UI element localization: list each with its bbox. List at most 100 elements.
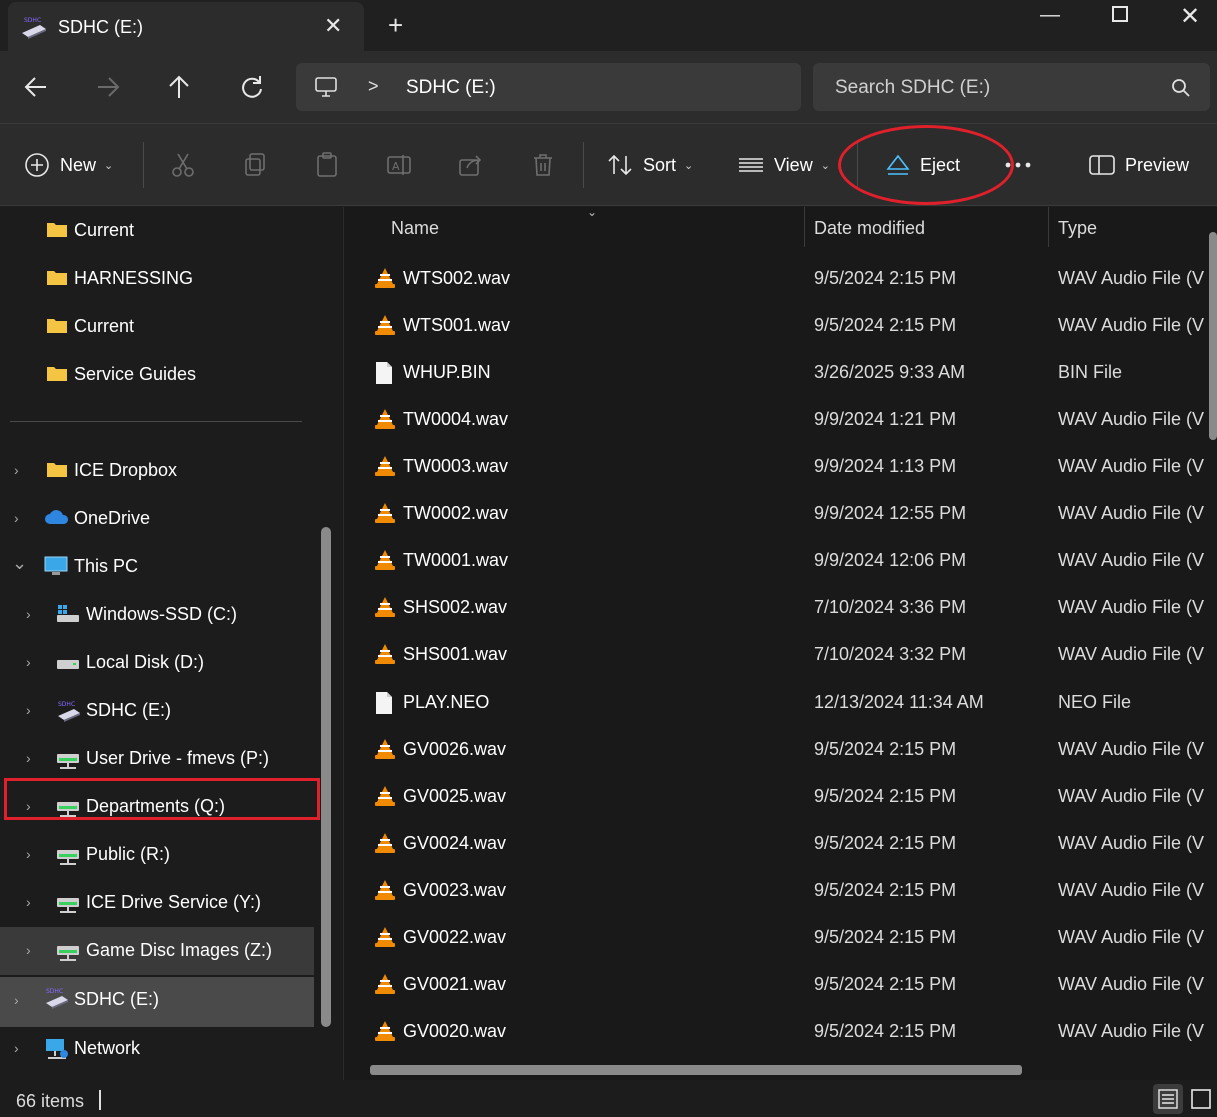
chevron-down-icon[interactable]: ⌄ (12, 553, 27, 574)
sidebar-item-ice-dropbox[interactable]: › ICE Dropbox (0, 447, 314, 495)
sort-label: Sort (643, 154, 677, 175)
file-name: WTS002.wav (403, 268, 511, 288)
chevron-right-icon[interactable]: › (26, 846, 31, 862)
vlc-cone-icon (374, 314, 396, 341)
file-list-vertical-scrollbar[interactable] (1209, 232, 1217, 440)
chevron-right-icon[interactable]: › (26, 942, 31, 958)
file-row[interactable]: TW0002.wav 9/9/2024 12:55 PM WAV Audio Fil… (344, 490, 1217, 537)
file-row[interactable]: SHS002.wav 7/10/2024 3:36 PM WAV Audio Fil… (344, 584, 1217, 631)
file-date-modified: 9/5/2024 2:15 PM (814, 926, 957, 947)
details-view-button[interactable] (1153, 1084, 1183, 1114)
horizontal-scrollbar-thumb[interactable] (370, 1065, 1022, 1075)
chevron-right-icon[interactable]: › (26, 654, 31, 670)
sidebar-item-user-drive[interactable]: › User Drive - fmevs (P:) (0, 735, 314, 783)
share-button[interactable] (458, 124, 484, 206)
sidebar-item-departments[interactable]: › Departments (Q:) (0, 783, 314, 831)
sidebar-item-label: ICE Drive Service (Y:) (86, 892, 262, 912)
column-divider[interactable] (1048, 207, 1049, 247)
maximize-button[interactable] (1112, 6, 1128, 22)
close-window-button[interactable]: ✕ (1180, 2, 1200, 31)
command-bar: New ⌄ A Sort ⌄ View ⌄ Eject Preview (0, 123, 1217, 206)
chevron-right-icon[interactable]: › (26, 702, 31, 718)
rename-button[interactable]: A (386, 124, 412, 206)
sidebar-item-label: Departments (Q:) (86, 796, 226, 816)
tab-sdhc[interactable]: SDHC SDHC (E:) ✕ (8, 2, 364, 51)
sidebar-item-service-guides[interactable]: Service Guides (0, 351, 314, 399)
sidebar-item-network[interactable]: › Network (0, 1025, 314, 1073)
sidebar-item-onedrive[interactable]: › OneDrive (0, 495, 314, 543)
chevron-right-icon[interactable]: › (14, 462, 19, 478)
navigation-pane: Current HARNESSING Current Service Guide… (0, 207, 342, 1080)
file-row[interactable]: TW0003.wav 9/9/2024 1:13 PM WAV Audio File… (344, 443, 1217, 490)
share-icon (459, 155, 482, 176)
file-row[interactable]: WTS001.wav 9/5/2024 2:15 PM WAV Audio File… (344, 302, 1217, 349)
column-header-type[interactable]: Type (1058, 218, 1097, 239)
file-row[interactable]: GV0023.wav 9/5/2024 2:15 PM WAV Audio File… (344, 867, 1217, 914)
copy-button[interactable] (243, 124, 267, 206)
search-input[interactable]: Search SDHC (E:) (835, 77, 990, 99)
column-header-name[interactable]: Name (391, 218, 439, 239)
tab-title: SDHC (E:) (58, 17, 143, 37)
address-bar[interactable]: > SDHC (E:) (296, 63, 801, 111)
search-icon[interactable] (1171, 78, 1191, 103)
vlc-cone-icon (374, 408, 396, 435)
sort-button[interactable]: Sort ⌄ (607, 124, 693, 206)
minimize-button[interactable]: — (1040, 4, 1060, 27)
chevron-right-icon[interactable]: › (26, 798, 31, 814)
sidebar-scrollbar[interactable] (321, 527, 331, 1027)
view-button[interactable]: View ⌄ (738, 124, 830, 206)
file-row[interactable]: GV0025.wav 9/5/2024 2:15 PM WAV Audio File… (344, 773, 1217, 820)
new-button[interactable]: New ⌄ (24, 124, 113, 206)
up-button[interactable] (165, 73, 195, 103)
sidebar-item-game-disc-images[interactable]: › Game Disc Images (Z:) (0, 927, 314, 975)
close-tab-button[interactable]: ✕ (324, 14, 342, 38)
file-row[interactable]: GV0024.wav 9/5/2024 2:15 PM WAV Audio File… (344, 820, 1217, 867)
sidebar-item-label: Local Disk (D:) (86, 652, 205, 672)
back-button[interactable] (22, 73, 52, 103)
new-tab-button[interactable]: + (388, 12, 403, 38)
forward-button[interactable] (94, 73, 124, 103)
refresh-button[interactable] (237, 73, 267, 103)
file-row[interactable]: GV0022.wav 9/5/2024 2:15 PM WAV Audio File… (344, 914, 1217, 961)
more-options-button[interactable] (1005, 124, 1031, 206)
tiles-view-button[interactable] (1187, 1084, 1215, 1114)
file-row[interactable]: SHS001.wav 7/10/2024 3:32 PM WAV Audio Fil… (344, 631, 1217, 678)
sidebar-item-sdhc[interactable]: › SDHC SDHC (E:) (0, 687, 314, 735)
file-row[interactable]: PLAY.NEO 12/13/2024 11:34 AM NEO File (344, 679, 1217, 726)
tiles-view-icon (1191, 1089, 1211, 1109)
column-divider[interactable] (804, 207, 805, 247)
cut-button[interactable] (171, 124, 195, 206)
breadcrumb-sdhc[interactable]: SDHC (E:) (406, 77, 496, 99)
column-header-date[interactable]: Date modified (814, 218, 925, 239)
chevron-right-icon[interactable]: › (14, 510, 19, 526)
eject-button[interactable]: Eject (886, 124, 960, 206)
chevron-right-icon[interactable]: › (26, 606, 31, 622)
chevron-right-icon[interactable]: › (14, 1040, 19, 1056)
sidebar-item-current[interactable]: Current (0, 303, 314, 351)
chevron-right-icon[interactable]: › (26, 750, 31, 766)
file-type: NEO File (1058, 691, 1132, 712)
file-row[interactable]: GV0020.wav 9/5/2024 2:15 PM WAV Audio File… (344, 1008, 1217, 1055)
network-drive-icon (56, 796, 80, 823)
sidebar-item-public[interactable]: › Public (R:) (0, 831, 314, 879)
search-box[interactable]: Search SDHC (E:) (813, 63, 1210, 111)
chevron-right-icon[interactable]: › (14, 992, 19, 1008)
sidebar-item-harnessing[interactable]: HARNESSING (0, 255, 314, 303)
file-row[interactable]: TW0001.wav 9/9/2024 12:06 PM WAV Audio Fil… (344, 537, 1217, 584)
sidebar-item-ice-drive-service[interactable]: › ICE Drive Service (Y:) (0, 879, 314, 927)
file-row[interactable]: WTS002.wav 9/5/2024 2:15 PM WAV Audio File… (344, 255, 1217, 302)
paste-button[interactable] (315, 124, 339, 206)
file-row[interactable]: GV0021.wav 9/5/2024 2:15 PM WAV Audio File… (344, 961, 1217, 1008)
file-row[interactable]: TW0004.wav 9/9/2024 1:21 PM WAV Audio File… (344, 396, 1217, 443)
chevron-right-icon[interactable]: › (26, 894, 31, 910)
file-row[interactable]: WHUP.BIN 3/26/2025 9:33 AM BIN File (344, 349, 1217, 396)
sidebar-item-windows-ssd[interactable]: › Windows-SSD (C:) (0, 591, 314, 639)
toolbar-divider (583, 142, 584, 188)
sidebar-item-local-disk[interactable]: › Local Disk (D:) (0, 639, 314, 687)
sidebar-item-this-pc[interactable]: ⌄ This PC (0, 543, 314, 591)
file-row[interactable]: GV0026.wav 9/5/2024 2:15 PM WAV Audio File… (344, 726, 1217, 773)
sidebar-item-sdhc-selected[interactable]: › SDHC SDHC (E:) (0, 977, 314, 1027)
preview-button[interactable]: Preview (1089, 124, 1189, 206)
delete-button[interactable] (531, 124, 555, 206)
sidebar-item-current[interactable]: Current (0, 207, 314, 255)
